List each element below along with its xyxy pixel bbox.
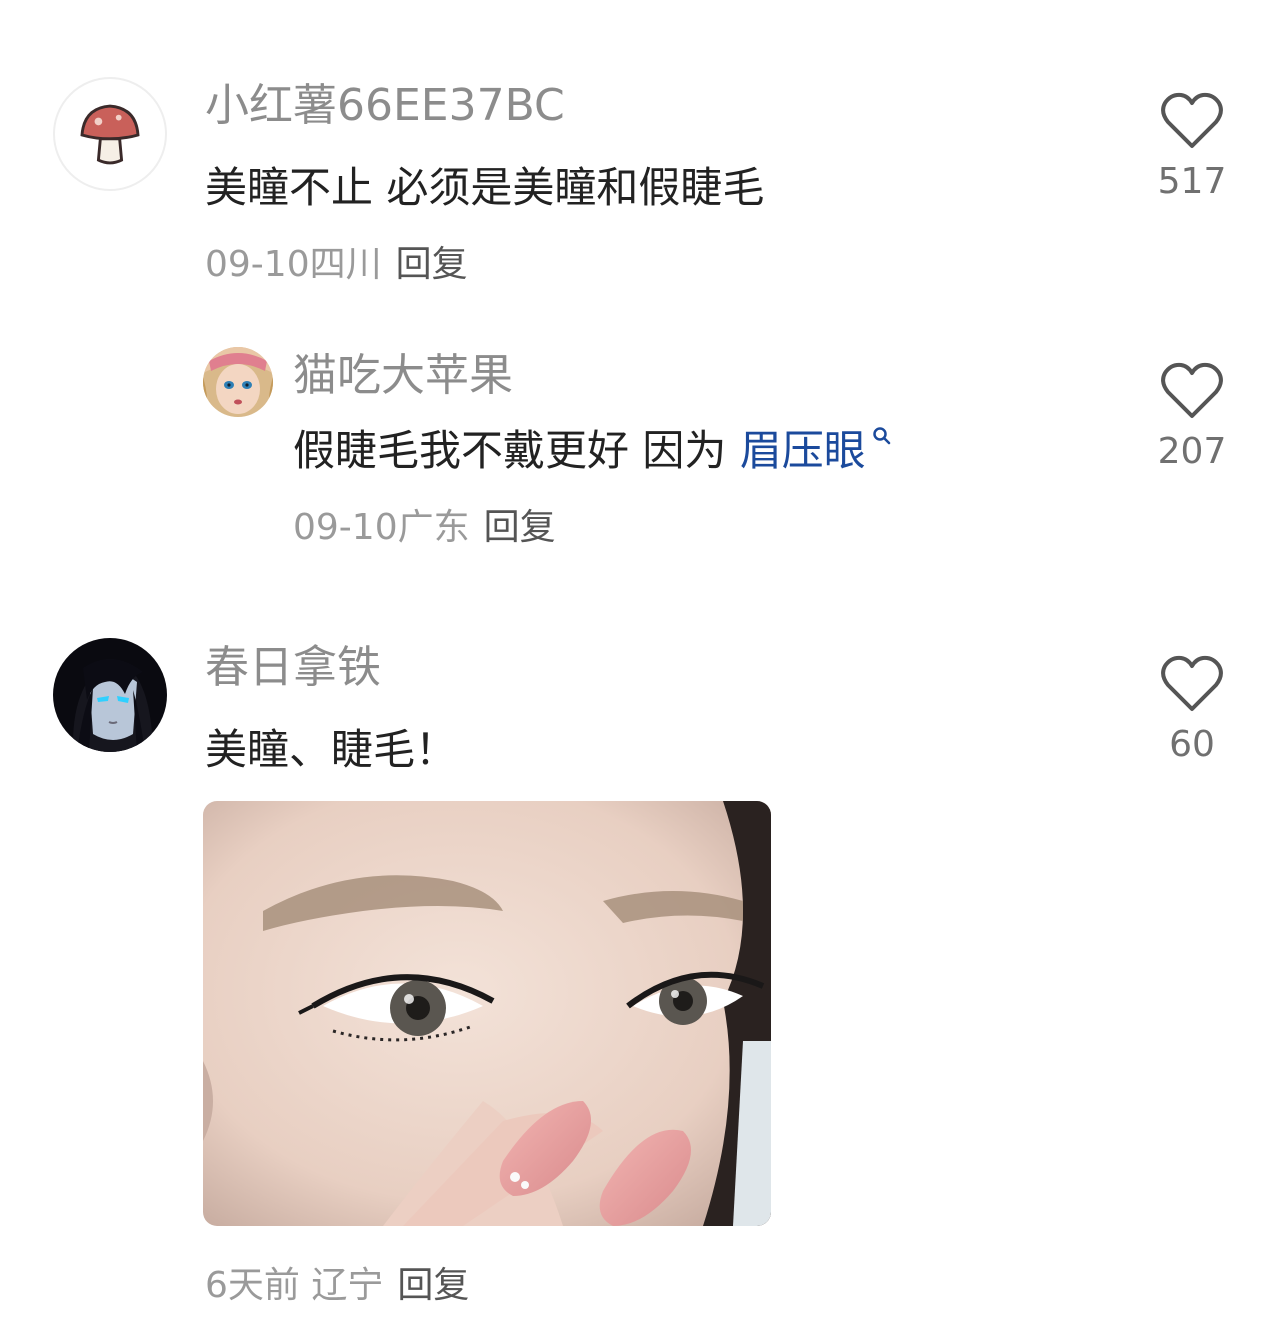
comment-text: 美瞳、睫毛！ [205,725,458,774]
like-count: 517 [1157,161,1227,202]
avatar-doll[interactable] [203,347,273,417]
doll-avatar [203,347,273,417]
comment-image[interactable] [203,801,771,1226]
comment-meta: 6天前 辽宁 回复 [205,1264,469,1308]
search-link[interactable]: 眉压眼 [740,426,866,475]
avatar-mushroom[interactable] [53,77,167,191]
heart-icon [1161,362,1223,418]
mushroom-icon [80,104,140,165]
reply-text-main: 假睫毛我不戴更好 因为 [293,426,740,475]
anime-girl-avatar [53,638,167,752]
reply-location: 广东 [397,507,470,548]
comment-location: 四川 [309,244,382,285]
search-icon[interactable] [870,425,894,455]
comment-date: 6天前 [205,1265,300,1306]
comment-username[interactable]: 小红薯66EE37BC [205,80,565,132]
like-button[interactable]: 517 [1152,92,1232,204]
like-count: 207 [1157,431,1227,472]
comment-meta: 09-10四川 回复 [205,243,468,287]
comment-text: 美瞳不止 必须是美瞳和假睫毛 [205,163,765,212]
reply-button[interactable]: 回复 [397,1265,469,1306]
like-button[interactable]: 207 [1152,362,1232,474]
like-count: 60 [1169,724,1215,765]
comment-date: 09-10 [205,244,310,285]
reply-button[interactable]: 回复 [396,244,468,285]
comment-location: 辽宁 [311,1265,384,1306]
reply-date: 09-10 [293,507,398,548]
reply-meta: 09-10广东 回复 [293,506,556,550]
reply-text: 假睫毛我不戴更好 因为 眉压眼 [293,425,894,477]
reply-username[interactable]: 猫吃大苹果 [293,350,513,402]
like-button[interactable]: 60 [1152,655,1232,767]
avatar-anime[interactable] [53,638,167,752]
comment-username[interactable]: 春日拿铁 [205,642,381,694]
heart-icon [1161,655,1223,711]
reply-button[interactable]: 回复 [484,507,556,548]
eye-makeup-photo [203,801,771,1226]
heart-icon [1161,92,1223,148]
